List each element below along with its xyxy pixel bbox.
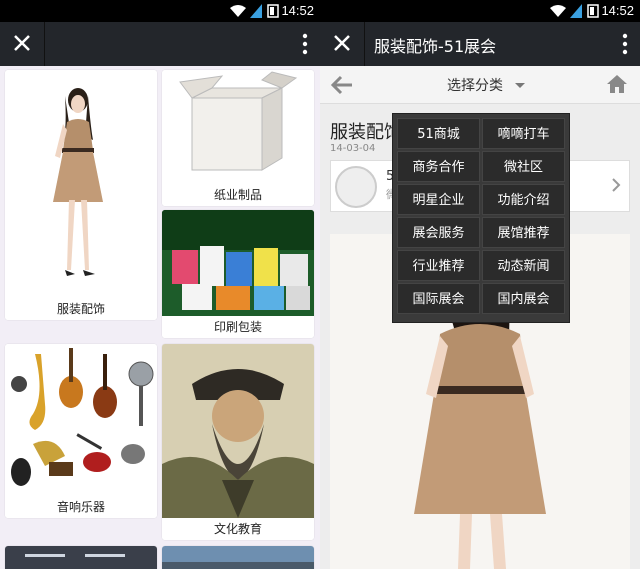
dropdown-menu-item[interactable]: 行业推荐 [397,250,480,281]
dropdown-grid: 51商城 嘀嘀打车 商务合作 微社区 明星企业 功能介绍 展会服务 展馆推荐 行业推荐 动态新闻国… [397,118,565,314]
battery-icon [587,4,599,18]
dropdown-menu-item[interactable]: 展会服务 [397,217,480,248]
status-bar: 14:52 [0,0,320,22]
window-title: 服装配饰-51展会 [374,37,497,56]
category-label: 服装配饰 [5,298,157,320]
dropdown-menu-item[interactable]: 功能介绍 [482,184,565,215]
close-icon[interactable] [10,31,34,55]
category-card-paper[interactable]: 纸业制品 [162,70,314,206]
partial-image [5,546,157,569]
wifi-icon [550,5,566,17]
status-time: 14:52 [601,3,634,18]
status-bar: 14:52 [320,0,640,22]
status-time: 14:52 [281,3,314,18]
partial-image [162,546,314,569]
category-card-printing[interactable]: 印刷包装 [162,210,314,338]
title-separator [44,22,45,66]
close-icon[interactable] [330,31,354,55]
category-select[interactable]: 选择分类 [447,75,503,95]
dropdown-caret-icon[interactable] [515,83,525,88]
printing-packaging-image [162,210,314,316]
dropdown-menu-item[interactable]: 嘀嘀打车 [482,118,565,149]
nav-bar: 选择分类 [320,66,640,104]
dropdown-menu-item[interactable]: 51商城 [397,118,480,149]
paper-box-image [162,70,314,184]
category-label: 印刷包装 [162,316,314,338]
more-icon[interactable] [302,32,308,56]
signal-icon [570,4,582,18]
apparel-image [5,70,157,298]
battery-icon [267,4,279,18]
right-screen: 14:52 服装配饰-51展会 选择分类 服装配饰 14-03-04 5 微 [320,0,640,569]
dropdown-menu-item[interactable]: 商务合作 [397,151,480,182]
title-separator [364,22,365,66]
home-icon[interactable] [606,73,628,95]
dropdown-menu-item[interactable]: 展馆推荐 [482,217,565,248]
category-card-education[interactable]: 文化教育 [162,344,314,540]
article-date: 14-03-04 [330,143,376,154]
signal-icon [250,4,262,18]
back-arrow-icon[interactable] [330,74,354,96]
dropdown-menu-item[interactable]: 动态新闻 [482,250,565,281]
chevron-right-icon [612,178,621,192]
confucius-image [162,344,314,518]
title-bar: 服装配饰-51展会 [320,22,640,66]
dropdown-menu-item[interactable]: 国内展会 [482,283,565,314]
dropdown-menu-item[interactable]: 微社区 [482,151,565,182]
musical-instruments-image [5,344,157,496]
left-screen: 14:52 服装配饰 纸业制品 印刷包装 音响乐器 文化教育 [0,0,320,569]
wifi-icon [230,5,246,17]
dropdown-menu-item[interactable]: 明星企业 [397,184,480,215]
avatar [335,166,377,208]
category-card-partial[interactable] [162,546,314,569]
category-card-apparel[interactable]: 服装配饰 [5,70,157,320]
dropdown-menu-item[interactable]: 国际展会 [397,283,480,314]
category-label: 纸业制品 [162,184,314,206]
category-label: 音响乐器 [5,496,157,518]
category-card-music[interactable]: 音响乐器 [5,344,157,518]
title-bar [0,22,320,66]
category-label: 文化教育 [162,518,314,540]
category-card-partial[interactable] [5,546,157,569]
category-dropdown-menu: 51商城 嘀嘀打车 商务合作 微社区 明星企业 功能介绍 展会服务 展馆推荐 行业推荐 动态新闻国… [392,113,570,323]
more-icon[interactable] [622,32,628,56]
